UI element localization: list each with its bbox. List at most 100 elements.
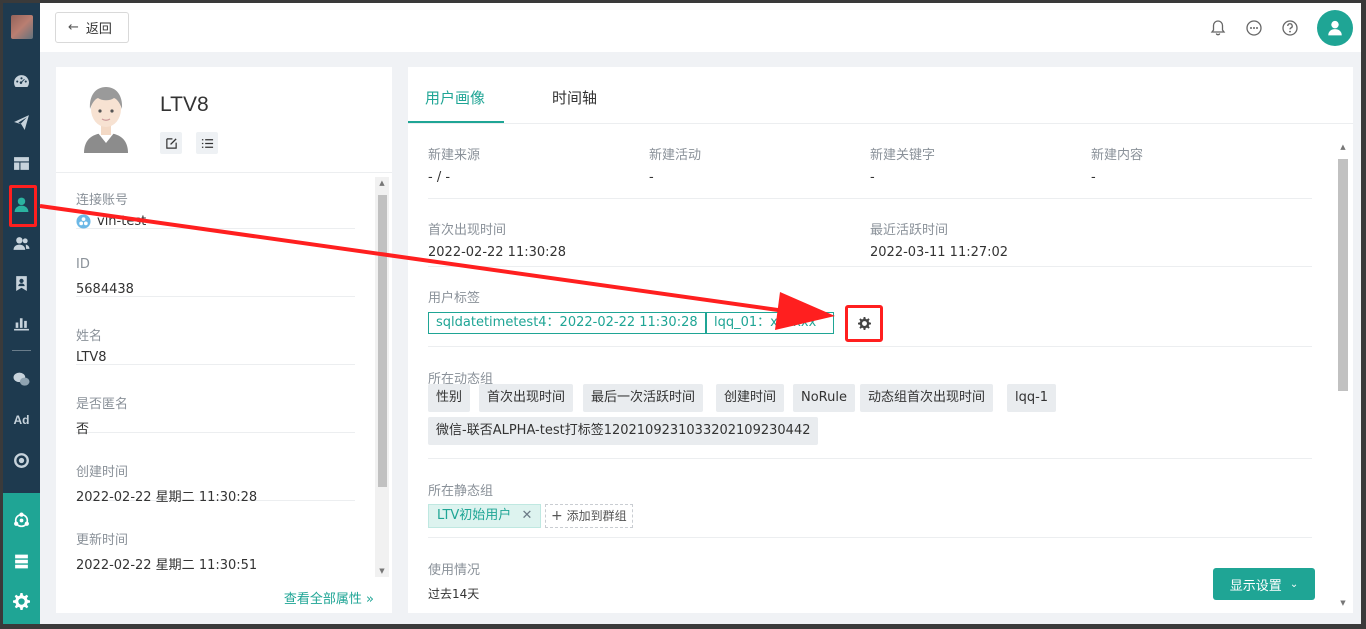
tab-user-profile[interactable]: 用户画像: [425, 87, 485, 108]
see-all-attributes-link[interactable]: 查看全部属性 »: [284, 588, 374, 607]
sidebar: Ad: [3, 3, 40, 624]
dynamic-group-tag: 性别: [428, 384, 471, 412]
info-label: 新建活动: [649, 148, 702, 163]
scroll-thumb[interactable]: [378, 195, 387, 487]
nav-badge-icon[interactable]: [3, 265, 40, 301]
info-label: 新建关键字: [870, 148, 936, 163]
profile-panel: LTV8 连接账号 vin-test ID 5684438 姓名 LTV8 是否…: [56, 67, 392, 613]
scroll-up-icon: ▲: [379, 179, 385, 187]
nav-network-icon[interactable]: [3, 502, 40, 538]
attribute-label: ID: [76, 257, 90, 272]
static-group-tag: LTV初始用户 ✕: [428, 504, 542, 528]
nav-layout-icon[interactable]: [3, 145, 40, 181]
list-button[interactable]: [196, 132, 218, 154]
static-groups-section: 所在静态组 LTV初始用户 ✕ + 添加到群组: [428, 459, 1312, 538]
dynamic-group-tag: NoRule: [793, 384, 855, 412]
attribute-item: 更新时间 2022-02-22 星期二 11:30:51: [76, 501, 355, 573]
edit-button[interactable]: [160, 132, 182, 154]
attribute-value: 2022-02-22 星期二 11:30:51: [76, 558, 258, 573]
edit-icon: [165, 137, 177, 149]
scroll-thumb[interactable]: [1338, 159, 1348, 391]
info-label: 最近活跃时间: [870, 223, 949, 238]
info-value: 2022-02-22 11:30:28: [428, 245, 567, 260]
scroll-down-icon: ▼: [1340, 599, 1346, 607]
user-tag[interactable]: sqldatetimetest4：2022-02-22 11:30:28: [428, 312, 706, 334]
attribute-item: ID 5684438: [76, 229, 355, 297]
nav-ad-icon[interactable]: Ad: [3, 402, 40, 438]
app-frame: Ad ← 返回 LTV8 连接账号 vin-test ID 5684438 姓名…: [3, 3, 1361, 624]
attribute-list: 连接账号 vin-test ID 5684438 姓名 LTV8 是否匿名 否 …: [56, 173, 392, 579]
user-avatar[interactable]: [1317, 10, 1353, 46]
arrow-left-icon: ←: [68, 20, 79, 35]
attribute-value: LTV8: [76, 350, 107, 365]
main-scrollbar[interactable]: ▲ ▼: [1336, 139, 1350, 611]
info-value: 2022-03-11 11:27:02: [870, 245, 1009, 260]
dynamic-group-tag: 创建时间: [716, 384, 785, 412]
tab-bar: 用户画像 时间轴: [408, 67, 1353, 124]
info-value: -: [649, 170, 654, 185]
profile-content: 新建来源 - / - 新建活动 - 新建关键字 - 新建内容 - 首次出现时间 …: [428, 124, 1312, 613]
profile-scrollbar[interactable]: ▲ ▼: [375, 177, 389, 577]
info-value: -: [870, 170, 875, 185]
sidebar-bottom: [3, 493, 40, 624]
back-label: 返回: [85, 22, 112, 37]
attribute-label: 是否匿名: [76, 397, 129, 412]
scroll-up-icon: ▲: [1340, 143, 1346, 151]
section-label: 用户标签: [428, 291, 481, 306]
profile-header: LTV8: [56, 67, 392, 173]
dynamic-group-tag: 动态组首次出现时间: [860, 384, 994, 412]
nav-group-icon[interactable]: [3, 225, 40, 261]
nav-settings-circle-icon[interactable]: [3, 442, 40, 478]
nav-chart-icon[interactable]: [3, 304, 40, 340]
user-tag[interactable]: lqq_01：xxxxxx: [706, 312, 834, 334]
info-label: 首次出现时间: [428, 223, 507, 238]
tag-settings-button[interactable]: [845, 305, 883, 342]
profile-name: LTV8: [160, 93, 209, 116]
dynamic-group-tag: 首次出现时间: [479, 384, 574, 412]
display-settings-label: 显示设置: [1229, 578, 1282, 594]
dynamic-group-tag: lqq-1: [1007, 384, 1057, 412]
info-value: - / -: [428, 170, 451, 185]
plus-icon: +: [551, 508, 563, 524]
chat-icon[interactable]: [1245, 19, 1263, 37]
profile-avatar: [84, 87, 128, 153]
nav-divider: [12, 350, 31, 351]
add-to-group-label: 添加到群组: [566, 509, 627, 523]
usage-label: 使用情况: [428, 563, 481, 578]
main-panel: 用户画像 时间轴 新建来源 - / - 新建活动 - 新建关键字 - 新建内容 …: [408, 67, 1353, 613]
source-section: 新建来源 - / - 新建活动 - 新建关键字 - 新建内容 -: [428, 124, 1312, 199]
bell-icon[interactable]: [1209, 19, 1227, 37]
add-to-group-button[interactable]: + 添加到群组: [545, 504, 633, 528]
time-section: 首次出现时间 2022-02-22 11:30:28 最近活跃时间 2022-0…: [428, 199, 1312, 267]
user-tags-section: 用户标签 sqldatetimetest4：2022-02-22 11:30:2…: [428, 267, 1312, 347]
attribute-label: 更新时间: [76, 533, 129, 548]
attribute-label: 连接账号: [76, 193, 129, 208]
help-icon[interactable]: [1281, 19, 1299, 37]
list-icon: [201, 138, 213, 148]
chevron-down-icon: ⌄: [1289, 578, 1299, 590]
display-settings-button[interactable]: 显示设置 ⌄: [1213, 568, 1315, 600]
nav-dashboard-icon[interactable]: [3, 63, 40, 99]
double-chevron-right-icon: »: [366, 592, 374, 607]
connected-account: vin-test: [97, 214, 147, 229]
gear-icon: [857, 317, 871, 330]
close-icon[interactable]: ✕: [521, 508, 532, 523]
section-label: 所在静态组: [428, 484, 494, 499]
tab-timeline[interactable]: 时间轴: [552, 87, 597, 108]
info-label: 新建来源: [428, 148, 481, 163]
nav-send-icon[interactable]: [3, 104, 40, 140]
attribute-item: 是否匿名 否: [76, 365, 355, 437]
tab-active-indicator: [408, 121, 504, 123]
dynamic-groups-section: 所在动态组 性别 首次出现时间 最后一次活跃时间 创建时间 NoRule 动态组…: [428, 347, 1312, 459]
usage-period: 过去14天: [428, 587, 480, 601]
nav-wechat-icon[interactable]: [3, 361, 40, 397]
info-value: -: [1091, 170, 1096, 185]
account-link-icon: [76, 214, 91, 229]
back-button[interactable]: ← 返回: [55, 12, 129, 43]
attribute-item: 姓名 LTV8: [76, 297, 355, 365]
attribute-item: 连接账号 vin-test: [76, 173, 355, 229]
nav-gear-icon[interactable]: [3, 583, 40, 619]
static-group-name: LTV初始用户: [437, 508, 512, 523]
nav-server-icon[interactable]: [3, 543, 40, 579]
scroll-down-icon: ▼: [379, 567, 385, 575]
